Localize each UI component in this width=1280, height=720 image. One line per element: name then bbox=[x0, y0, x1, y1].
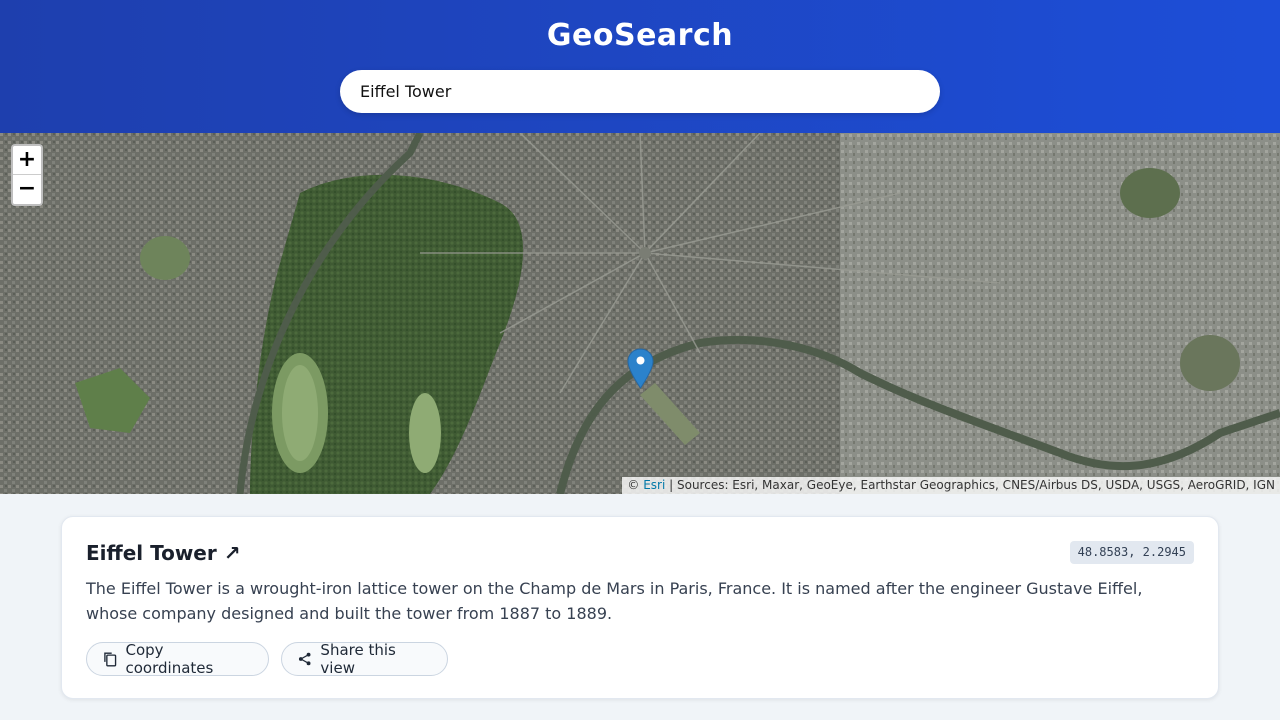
share-view-label: Share this view bbox=[320, 641, 396, 677]
zoom-control: + − bbox=[11, 144, 43, 206]
map-pin-icon[interactable] bbox=[627, 348, 654, 389]
search-input[interactable] bbox=[340, 70, 940, 113]
copy-coordinates-label: Copy coordinates bbox=[125, 641, 214, 677]
result-card: Eiffel Tower ↗ 48.8583, 2.2945 The Eiffe… bbox=[61, 516, 1219, 699]
copy-icon bbox=[104, 652, 117, 667]
map-view[interactable]: + − © Esri | Sources: Esri, Maxar, GeoEy… bbox=[0, 133, 1280, 494]
esri-link[interactable]: Esri bbox=[643, 478, 665, 492]
zoom-in-button[interactable]: + bbox=[13, 146, 41, 175]
coordinates-badge: 48.8583, 2.2945 bbox=[1069, 541, 1194, 564]
app-title: GeoSearch bbox=[546, 18, 734, 53]
external-link-icon: ↗ bbox=[223, 541, 241, 565]
app-header: GeoSearch bbox=[0, 0, 1280, 133]
zoom-out-button[interactable]: − bbox=[13, 175, 41, 204]
place-description: The Eiffel Tower is a wrought-iron latti… bbox=[86, 579, 1143, 623]
place-title-link[interactable]: Eiffel Tower ↗ bbox=[86, 541, 240, 565]
satellite-map-imagery bbox=[0, 133, 1280, 494]
attribution-sources: | Sources: Esri, Maxar, GeoEye, Earthsta… bbox=[665, 478, 1275, 492]
place-title: Eiffel Tower bbox=[86, 541, 217, 565]
copy-coordinates-button[interactable]: Copy coordinates bbox=[86, 641, 269, 677]
map-attribution: © Esri | Sources: Esri, Maxar, GeoEye, E… bbox=[622, 477, 1280, 494]
share-icon bbox=[298, 652, 311, 666]
attribution-prefix: © bbox=[627, 478, 644, 492]
share-view-button[interactable]: Share this view bbox=[281, 641, 448, 677]
